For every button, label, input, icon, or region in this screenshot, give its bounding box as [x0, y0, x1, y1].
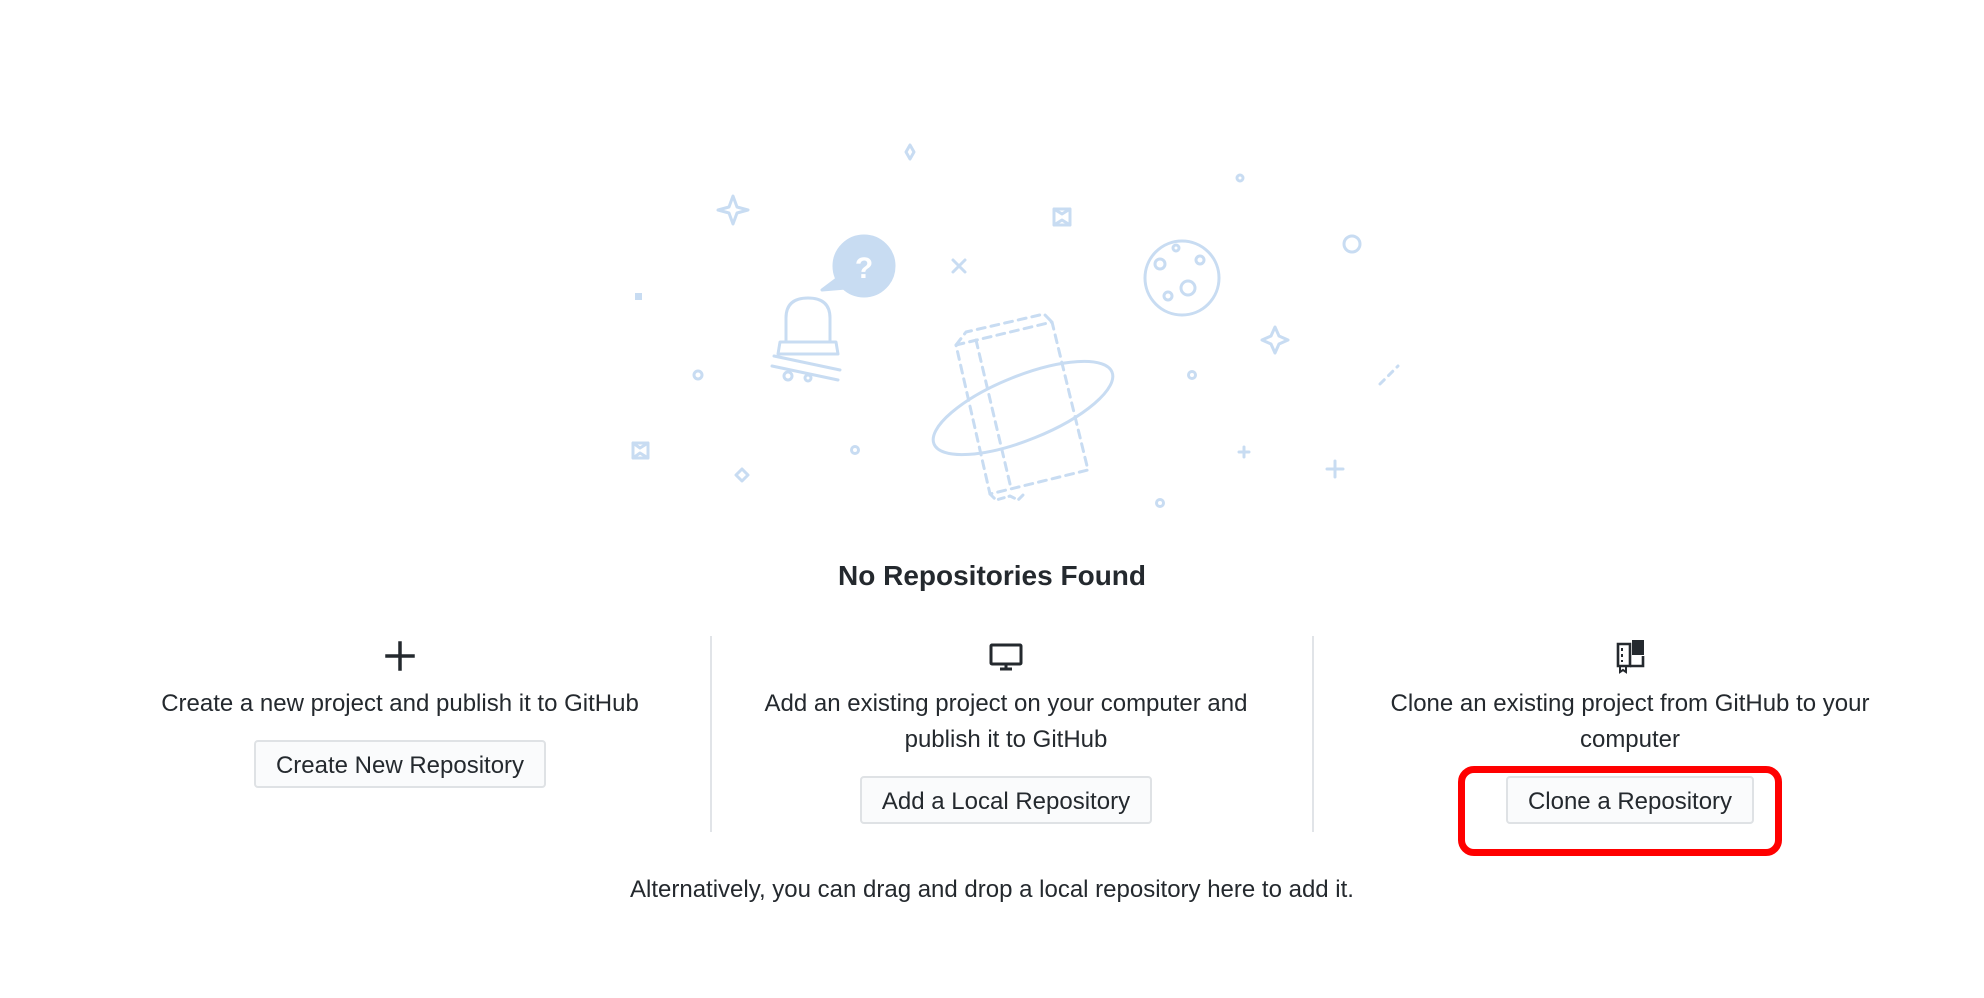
create-repository-description: Create a new project and publish it to G…: [161, 690, 639, 717]
svg-text:?: ?: [855, 252, 873, 285]
plus-icon: [385, 641, 415, 671]
dot-icon: [1342, 234, 1362, 254]
cross-icon: [951, 258, 967, 274]
plus-sparkle-icon: [1325, 459, 1345, 479]
column-divider: [710, 636, 712, 832]
star-square-icon: [1052, 207, 1072, 227]
moon-icon: [1143, 239, 1221, 317]
clone-repository-description: Clone an existing project from GitHub to…: [1390, 690, 1870, 753]
sparkle-icon: [716, 194, 750, 226]
plus-sparkle-icon: [1237, 445, 1251, 459]
beacon-icon: [770, 296, 842, 383]
drag-drop-hint: Alternatively, you can drag and drop a l…: [630, 876, 1354, 903]
dot-icon: [1155, 498, 1165, 508]
column-divider: [1312, 636, 1314, 832]
dot-icon: [1235, 173, 1245, 183]
dot-icon: [692, 369, 704, 381]
add-local-repository-column: Add an existing project on your computer…: [734, 636, 1278, 836]
sparkle-icon: [734, 467, 750, 483]
dot-icon: [1187, 370, 1197, 380]
welcome-page: ? No Repositories Found Create a new pro…: [0, 0, 1984, 998]
add-local-repository-description: Add an existing project on your computer…: [764, 690, 1248, 753]
clone-button-highlight: [1458, 766, 1782, 856]
dot-icon: [850, 445, 860, 455]
shooting-star-icon: [1378, 364, 1400, 386]
star-square-icon: [631, 441, 650, 460]
book-planet-icon: [931, 312, 1115, 502]
question-bubble-icon: ?: [820, 234, 896, 298]
space-illustration: ?: [631, 143, 1400, 508]
add-local-repository-button[interactable]: Add a Local Repository: [859, 776, 1153, 824]
create-repository-column: Create a new project and publish it to G…: [128, 636, 672, 836]
monitor-icon: [989, 643, 1023, 671]
sparkle-icon: [904, 143, 916, 161]
star-square-icon: [635, 293, 642, 300]
sparkle-icon: [1260, 325, 1290, 355]
create-new-repository-button[interactable]: Create New Repository: [253, 740, 547, 788]
repo-clone-icon: [1616, 640, 1645, 674]
page-title: No Repositories Found: [838, 560, 1146, 591]
